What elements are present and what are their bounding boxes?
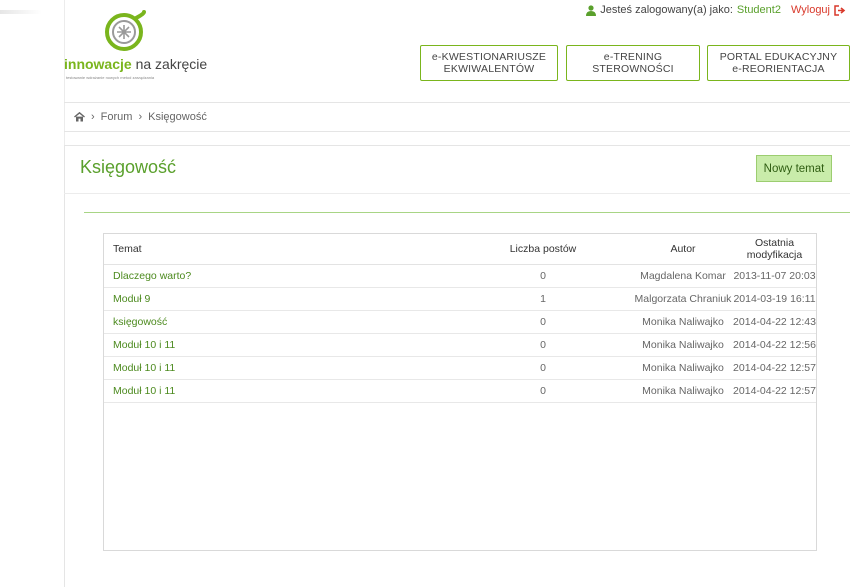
breadcrumb-forum-link[interactable]: Forum	[101, 111, 133, 123]
column-header-author[interactable]: Autor	[633, 234, 733, 265]
topic-link[interactable]: Dlaczego warto?	[113, 270, 191, 282]
author-name: Magdalena Komar	[633, 264, 733, 288]
topic-link[interactable]: księgowość	[113, 316, 167, 328]
breadcrumb-current: Księgowość	[148, 111, 207, 123]
logout-link[interactable]: Wyloguj	[791, 4, 830, 16]
post-count: 0	[453, 379, 633, 403]
user-bar: Jesteś zalogowany(a) jako: Student2 Wylo…	[586, 4, 846, 16]
author-name: Monika Naliwajko	[633, 379, 733, 403]
nav-trening-button[interactable]: e-TRENING STEROWNOŚCI	[566, 45, 700, 81]
post-count: 1	[453, 287, 633, 311]
logo[interactable]: innowacje na zakręcie testowanie wdrażan…	[64, 8, 254, 80]
table-row: księgowość 0 Monika Naliwajko 2014-04-22…	[104, 310, 816, 334]
decorative-stripe	[0, 10, 42, 14]
username-link[interactable]: Student2	[737, 4, 781, 16]
post-count: 0	[453, 333, 633, 357]
nav-kwestionariusze-button[interactable]: e-KWESTIONARIUSZE EKWIWALENTÓW	[420, 45, 558, 81]
home-icon[interactable]	[74, 112, 85, 122]
nav-label-line1: e-TRENING	[603, 51, 663, 63]
login-status-label: Jesteś zalogowany(a) jako:	[600, 4, 733, 16]
topics-table-container: Temat Liczba postów Autor Ostatnia modyf…	[103, 233, 817, 551]
table-row: Dlaczego warto? 0 Magdalena Komar 2013-1…	[104, 264, 816, 288]
nav-label-line1: PORTAL EDUKACYJNY	[719, 51, 838, 63]
breadcrumb: › Forum › Księgowość	[64, 102, 850, 132]
nav-label-line2: STEROWNOŚCI	[592, 63, 674, 75]
topic-link[interactable]: Moduł 10 i 11	[113, 339, 175, 351]
breadcrumb-separator: ›	[91, 111, 95, 123]
column-header-modified[interactable]: Ostatnia modyfikacja	[733, 234, 816, 265]
topic-link[interactable]: Moduł 10 i 11	[113, 362, 175, 374]
column-header-topic[interactable]: Temat	[104, 234, 453, 265]
section-divider	[84, 212, 850, 213]
modified-date: 2014-04-22 12:56	[733, 333, 816, 357]
modified-date: 2014-04-22 12:57	[733, 356, 816, 380]
nav-label-line1: e-KWESTIONARIUSZE	[431, 51, 547, 63]
logout-icon[interactable]	[834, 4, 846, 16]
table-header-row: Temat Liczba postów Autor Ostatnia modyf…	[104, 234, 816, 265]
author-name: Monika Naliwajko	[633, 333, 733, 357]
page-title: Księgowość	[80, 157, 177, 177]
table-row: Moduł 9 1 Malgorzata Chraniuk 2014-03-19…	[104, 287, 816, 311]
new-topic-button[interactable]: Nowy temat	[756, 155, 832, 182]
title-divider	[64, 193, 850, 194]
topics-table: Temat Liczba postów Autor Ostatnia modyf…	[104, 234, 816, 403]
topic-link[interactable]: Moduł 9	[113, 293, 150, 305]
modified-date: 2014-03-19 16:11	[733, 287, 816, 311]
logo-icon	[105, 10, 146, 51]
user-icon	[586, 4, 597, 16]
author-name: Malgorzata Chraniuk	[633, 287, 733, 311]
table-row: Moduł 10 i 11 0 Monika Naliwajko 2014-04…	[104, 356, 816, 380]
nav-label-line2: EKWIWALENTÓW	[443, 63, 535, 75]
modified-date: 2013-11-07 20:03	[733, 264, 816, 288]
column-header-posts[interactable]: Liczba postów	[453, 234, 633, 265]
post-count: 0	[453, 264, 633, 288]
table-row: Moduł 10 i 11 0 Monika Naliwajko 2014-04…	[104, 333, 816, 357]
author-name: Monika Naliwajko	[633, 310, 733, 334]
table-row: Moduł 10 i 11 0 Monika Naliwajko 2014-04…	[104, 379, 816, 403]
nav-label-line2: e-REORIENTACJA	[732, 63, 825, 75]
author-name: Monika Naliwajko	[633, 356, 733, 380]
nav-portal-button[interactable]: PORTAL EDUKACYJNY e-REORIENTACJA	[707, 45, 850, 81]
modified-date: 2014-04-22 12:57	[733, 379, 816, 403]
logo-title: innowacje na zakręcie	[64, 56, 208, 72]
post-count: 0	[453, 310, 633, 334]
logo-tagline: testowanie wdrażanie nowych metod zarząd…	[66, 75, 155, 80]
modified-date: 2014-04-22 12:43	[733, 310, 816, 334]
post-count: 0	[453, 356, 633, 380]
topic-link[interactable]: Moduł 10 i 11	[113, 385, 175, 397]
breadcrumb-separator: ›	[138, 111, 143, 123]
